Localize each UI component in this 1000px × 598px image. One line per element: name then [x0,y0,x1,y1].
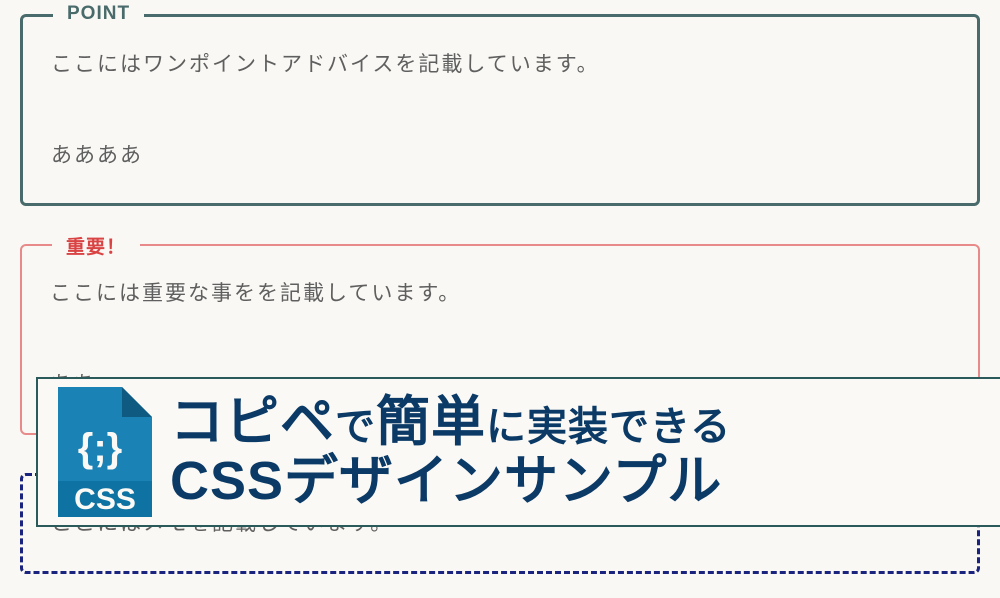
banner-word-3: 簡単 [376,392,486,452]
banner-word-4: に実装できる [486,405,731,449]
banner: {;} CSS コピペで簡単に実装できる CSSデザインサンプル [36,377,1000,527]
point-text-1: ここにはワンポイントアドバイスを記載しています。 [51,47,949,83]
banner-word-1: コピペ [170,392,335,452]
point-legend: POINT [53,3,144,25]
banner-word-2: で [335,405,376,449]
banner-line-2: CSSデザインサンプル [170,452,984,511]
banner-line-1: コピペで簡単に実装できる [170,393,984,452]
important-text-1: ここには重要な事をを記載しています。 [50,276,950,312]
point-text-2: ああああ [51,138,949,174]
css-file-icon: {;} CSS [48,387,152,517]
css-icon-label: CSS [74,483,136,516]
braces-icon: {;} [78,426,122,470]
banner-text: コピペで簡単に実装できる CSSデザインサンプル [170,393,984,512]
important-legend: 重要！ [52,232,140,259]
point-box: POINT ここにはワンポイントアドバイスを記載しています。 ああああ [20,14,980,206]
